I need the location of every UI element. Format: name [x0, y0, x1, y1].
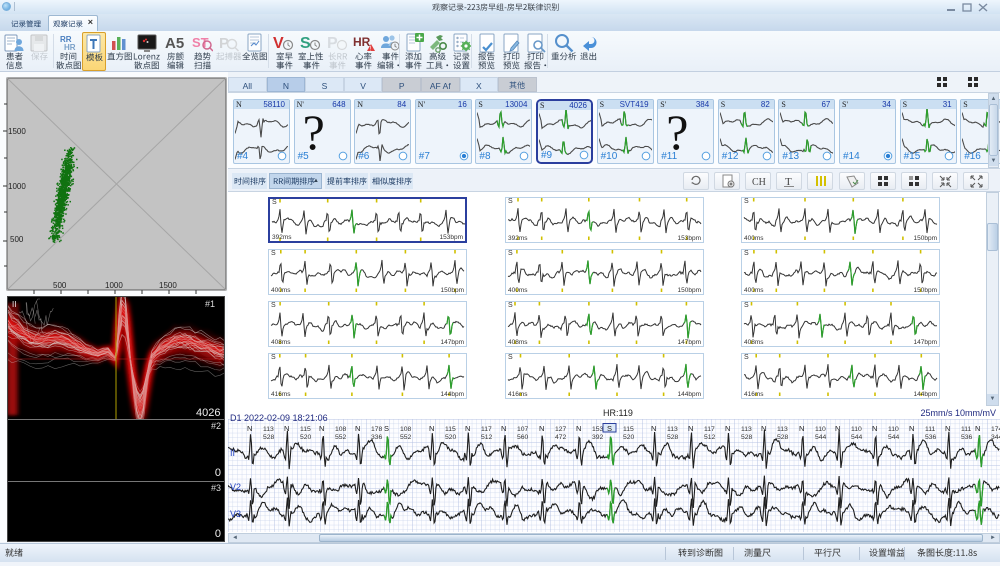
- svg-text:N: N: [725, 424, 730, 433]
- svg-text:111: 111: [925, 426, 936, 433]
- svg-text:N: N: [799, 424, 804, 433]
- svg-text:115: 115: [623, 426, 634, 433]
- svg-text:V2: V2: [230, 482, 241, 492]
- svg-text:336: 336: [371, 434, 383, 441]
- svg-text:108: 108: [335, 426, 347, 433]
- svg-text:113: 113: [777, 426, 788, 433]
- svg-text:115: 115: [445, 426, 456, 433]
- svg-text:107: 107: [517, 426, 529, 433]
- svg-text:113: 113: [667, 426, 678, 433]
- svg-text:#1: #1: [205, 299, 215, 309]
- svg-text:552: 552: [335, 434, 347, 441]
- svg-text:1000: 1000: [105, 281, 123, 290]
- svg-text:500: 500: [10, 235, 24, 244]
- svg-text:520: 520: [445, 434, 457, 441]
- svg-text:536: 536: [925, 434, 937, 441]
- svg-text:ST: ST: [192, 35, 209, 50]
- svg-text:1000: 1000: [8, 182, 26, 191]
- svg-text:N: N: [835, 424, 840, 433]
- svg-text:V: V: [273, 35, 284, 52]
- svg-text:552: 552: [400, 434, 412, 441]
- svg-text:560: 560: [517, 434, 529, 441]
- svg-text:S: S: [384, 424, 389, 433]
- svg-text:N: N: [909, 424, 914, 433]
- svg-text:S: S: [300, 35, 311, 52]
- svg-text:110: 110: [851, 426, 862, 433]
- svg-text:117: 117: [704, 426, 715, 433]
- svg-text:II: II: [12, 300, 16, 309]
- svg-text:528: 528: [741, 434, 753, 441]
- svg-text:110: 110: [888, 426, 899, 433]
- svg-text:111: 111: [961, 426, 972, 433]
- svg-text:472: 472: [555, 434, 567, 441]
- svg-text:A5: A5: [165, 35, 184, 52]
- svg-text:528: 528: [263, 434, 275, 441]
- svg-text:392: 392: [592, 434, 604, 441]
- svg-text:110: 110: [815, 426, 826, 433]
- svg-text:520: 520: [300, 434, 312, 441]
- svg-text:N: N: [975, 424, 980, 433]
- svg-text:N: N: [465, 424, 470, 433]
- svg-text:1500: 1500: [159, 281, 177, 290]
- svg-text:178: 178: [371, 426, 383, 433]
- svg-text:512: 512: [704, 434, 716, 441]
- svg-text:174: 174: [991, 426, 1000, 433]
- svg-text:N: N: [761, 424, 766, 433]
- svg-text:113: 113: [741, 426, 752, 433]
- svg-text:536: 536: [961, 434, 973, 441]
- svg-text:113: 113: [263, 426, 274, 433]
- svg-text:CH: CH: [752, 177, 766, 188]
- svg-text:512: 512: [481, 434, 493, 441]
- svg-text:4026: 4026: [196, 407, 220, 419]
- svg-text:528: 528: [667, 434, 679, 441]
- svg-text:HR: HR: [353, 35, 371, 49]
- svg-text:N: N: [539, 424, 544, 433]
- svg-text:153: 153: [592, 426, 604, 433]
- svg-text:N: N: [872, 424, 877, 433]
- svg-text:V3: V3: [230, 509, 241, 519]
- svg-text:544: 544: [815, 434, 827, 441]
- svg-text:N: N: [945, 424, 950, 433]
- svg-text:HR: HR: [64, 43, 76, 52]
- svg-text:108: 108: [400, 426, 412, 433]
- svg-text:127: 127: [555, 426, 567, 433]
- svg-text:S: S: [607, 424, 612, 433]
- svg-text:528: 528: [777, 434, 789, 441]
- svg-text:N: N: [576, 424, 581, 433]
- svg-text:N: N: [501, 424, 506, 433]
- svg-text:N: N: [429, 424, 434, 433]
- svg-text:1500: 1500: [8, 127, 26, 136]
- svg-text:P: P: [327, 35, 338, 52]
- svg-text:500: 500: [53, 281, 67, 290]
- svg-text:544: 544: [851, 434, 863, 441]
- svg-text:N: N: [688, 424, 693, 433]
- svg-text:117: 117: [481, 426, 492, 433]
- svg-text:520: 520: [623, 434, 635, 441]
- svg-text:N: N: [355, 424, 360, 433]
- svg-text:115: 115: [300, 426, 311, 433]
- svg-text:N: N: [651, 424, 656, 433]
- svg-text:344: 344: [991, 434, 1000, 441]
- svg-text:II: II: [230, 448, 235, 458]
- svg-text:544: 544: [888, 434, 900, 441]
